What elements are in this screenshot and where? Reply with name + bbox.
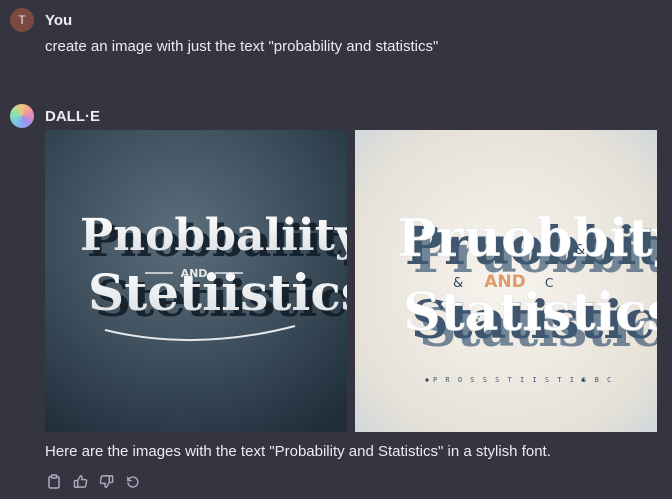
image2-line1: Pruobbity [397, 208, 657, 269]
image2-c: C [545, 276, 553, 290]
image2-line2: Statistics [403, 282, 657, 343]
user-message: create an image with just the text "prob… [45, 38, 439, 55]
clipboard-icon[interactable] [45, 472, 63, 490]
user-avatar: T [10, 8, 34, 32]
user-name: You [45, 11, 73, 29]
image2-amp-left: & [453, 276, 463, 291]
chat-page: T You create an image with just the text… [0, 0, 672, 499]
generated-image-2-art: Pruobbity Statistics Pruobbity Statistic… [355, 130, 657, 432]
assistant-header: DALL·E [10, 104, 100, 128]
assistant-name: DALL·E [45, 107, 100, 125]
thumbs-up-icon[interactable] [71, 472, 89, 490]
user-header: T You [10, 8, 72, 32]
assistant-avatar [10, 104, 34, 128]
regenerate-icon[interactable] [123, 472, 141, 490]
image2-small-text: P R O S S S T I I S T I S B C [433, 376, 613, 384]
generated-image-1-art: Pnobbaliity Stetiistics Pnobbaliity Stet… [45, 130, 347, 432]
image1-line1: Pnobbaliity [80, 210, 347, 261]
message-actions [45, 472, 141, 490]
image1-and: AND [181, 267, 208, 280]
assistant-caption: Here are the images with the text "Proba… [45, 443, 551, 460]
image1-line2: Stetiistics [88, 263, 347, 322]
thumbs-down-icon[interactable] [97, 472, 115, 490]
generated-image-2[interactable]: Pruobbity Statistics Pruobbity Statistic… [355, 130, 657, 432]
generated-image-1[interactable]: Pnobbaliity Stetiistics Pnobbaliity Stet… [45, 130, 347, 432]
image2-amp-right: & [575, 243, 585, 258]
image2-and: AND [484, 272, 526, 292]
